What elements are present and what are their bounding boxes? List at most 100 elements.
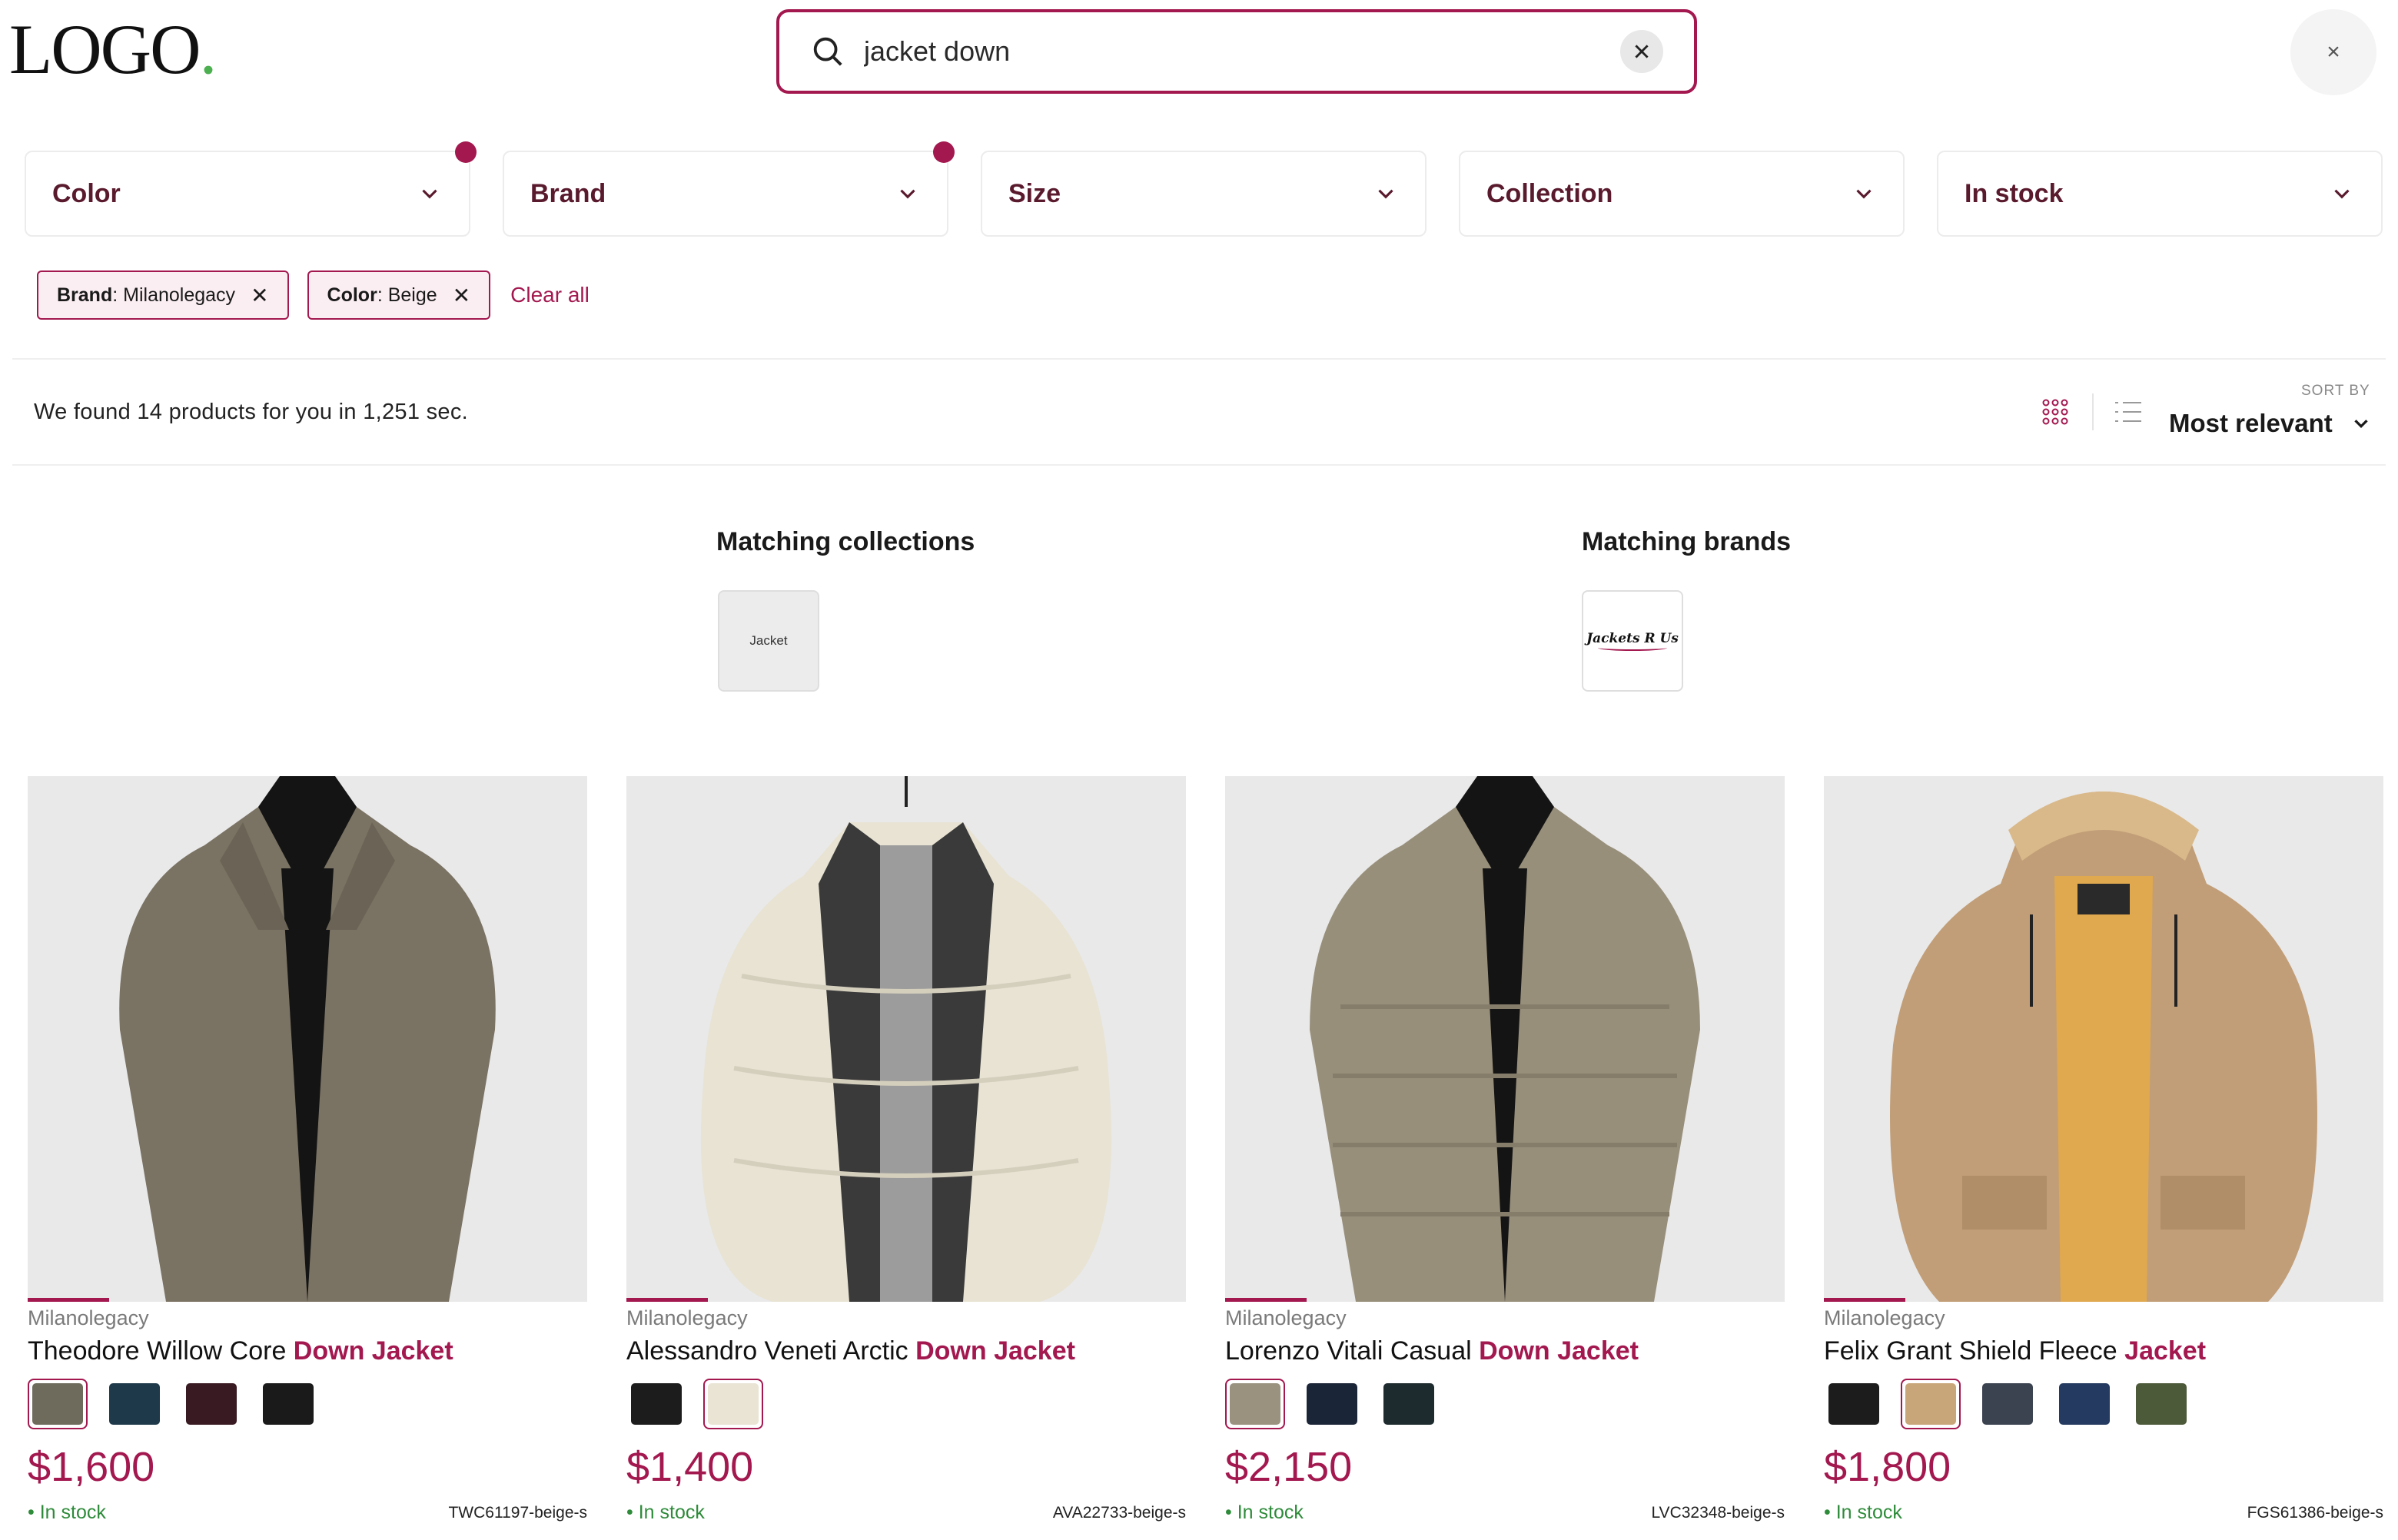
color-swatch[interactable]: [2131, 1379, 2191, 1429]
product-title[interactable]: Felix Grant Shield Fleece Jacket: [1824, 1336, 2383, 1366]
color-swatch[interactable]: [1225, 1379, 1285, 1429]
stock-text: In stock: [1835, 1502, 1902, 1523]
swatch-fill: [1383, 1383, 1434, 1425]
filter-color-dropdown[interactable]: Color: [25, 141, 477, 237]
color-swatch[interactable]: [703, 1379, 763, 1429]
clear-search-button[interactable]: [1620, 30, 1663, 73]
search-bar[interactable]: [776, 9, 1697, 94]
product-title-text: Theodore Willow Core: [28, 1336, 294, 1366]
search-icon: [813, 37, 842, 66]
color-swatch[interactable]: [626, 1379, 686, 1429]
product-title-text: Felix Grant Shield Fleece: [1824, 1336, 2125, 1366]
color-swatch[interactable]: [28, 1379, 88, 1429]
active-filter-chip-color[interactable]: Color: Beige ✕: [307, 270, 491, 320]
swatch-fill: [32, 1383, 83, 1425]
chevron-down-icon: [1378, 189, 1393, 199]
color-swatch[interactable]: [258, 1379, 318, 1429]
color-swatch[interactable]: [1379, 1379, 1439, 1429]
logo-text: LOGO: [9, 10, 201, 88]
stock-status: • In stock: [1225, 1502, 1304, 1523]
chip-text: Brand: Milanolegacy: [57, 284, 236, 306]
swatch-fill: [631, 1383, 682, 1425]
product-title-highlight: Down Jacket: [1479, 1336, 1639, 1366]
product-card[interactable]: Milanolegacy Alessandro Veneti Arctic Do…: [626, 776, 1186, 1524]
color-swatch[interactable]: [105, 1379, 164, 1429]
filter-bar: Color Brand Size Collection In stock: [25, 141, 2383, 237]
product-sku: LVC32348-beige-s: [1651, 1503, 1785, 1522]
sort-label: SORT BY: [2301, 383, 2370, 399]
chevron-down-icon: [422, 189, 437, 199]
chevron-down-icon: [1856, 189, 1872, 199]
grid-view-icon[interactable]: [2041, 398, 2069, 426]
product-image[interactable]: [28, 776, 587, 1302]
swatch-fill: [2136, 1383, 2187, 1425]
filter-size-dropdown[interactable]: Size: [981, 151, 1427, 237]
stock-text: In stock: [39, 1502, 106, 1523]
stock-text: In stock: [1237, 1502, 1304, 1523]
color-swatch[interactable]: [1302, 1379, 1362, 1429]
search-input[interactable]: [864, 35, 1620, 68]
chevron-down-icon: [2334, 189, 2350, 199]
chip-value: Milanolegacy: [123, 284, 236, 306]
active-filter-chip-brand[interactable]: Brand: Milanolegacy ✕: [37, 270, 289, 320]
remove-filter-icon[interactable]: ✕: [453, 283, 470, 308]
image-carousel-indicator: [1824, 1298, 1905, 1302]
brand-logo-swoosh: [1598, 645, 1667, 651]
filter-label: In stock: [1965, 178, 2064, 208]
close-icon: ×: [2327, 39, 2340, 65]
matching-brands-title: Matching brands: [1582, 527, 1792, 556]
color-swatch[interactable]: [181, 1379, 241, 1429]
brand-tile[interactable]: Jackets R Us: [1582, 590, 1683, 692]
collection-tile-label: Jacket: [749, 633, 788, 648]
product-title[interactable]: Lorenzo Vitali Casual Down Jacket: [1225, 1336, 1785, 1366]
chip-text: Color: Beige: [327, 284, 437, 306]
product-image[interactable]: [626, 776, 1186, 1302]
color-swatch[interactable]: [1978, 1379, 2038, 1429]
clear-all-link[interactable]: Clear all: [510, 283, 590, 307]
color-swatches: [626, 1379, 1186, 1429]
filter-collection-dropdown[interactable]: Collection: [1459, 151, 1905, 237]
product-brand: Milanolegacy: [1225, 1306, 1347, 1329]
product-sku: AVA22733-beige-s: [1052, 1503, 1186, 1522]
swatch-fill: [1307, 1383, 1357, 1425]
product-price: $1,400: [626, 1444, 754, 1490]
swatch-fill: [1905, 1383, 1956, 1425]
jacket-illustration: [119, 776, 496, 1302]
divider: [12, 358, 2386, 360]
logo[interactable]: LOGO.: [9, 14, 218, 85]
logo-dot: .: [199, 10, 218, 88]
product-price: $1,600: [28, 1444, 155, 1490]
filter-in-stock-dropdown[interactable]: In stock: [1937, 151, 2383, 237]
divider: [2092, 393, 2094, 430]
chip-value: Beige: [387, 284, 437, 306]
active-filter-dot: [455, 141, 477, 163]
product-sku: FGS61386-beige-s: [2247, 1503, 2383, 1522]
color-swatch[interactable]: [1824, 1379, 1884, 1429]
chevron-down-icon: [900, 189, 915, 199]
color-swatch[interactable]: [2054, 1379, 2114, 1429]
close-search-button[interactable]: ×: [2290, 9, 2376, 95]
list-view-icon[interactable]: [2114, 398, 2143, 426]
color-swatches: [28, 1379, 587, 1429]
filter-brand-dropdown[interactable]: Brand: [503, 141, 955, 237]
product-title[interactable]: Alessandro Veneti Arctic Down Jacket: [626, 1336, 1186, 1366]
collection-tile[interactable]: Jacket: [718, 590, 819, 692]
product-card[interactable]: Milanolegacy Theodore Willow Core Down J…: [28, 776, 587, 1524]
chip-key: Color: [327, 284, 377, 306]
active-filter-dot: [933, 141, 955, 163]
product-price: $2,150: [1225, 1444, 1353, 1490]
sort-dropdown[interactable]: Most relevant: [2169, 409, 2373, 438]
product-title-highlight: Jacket: [2124, 1336, 2207, 1366]
product-card[interactable]: Milanolegacy Lorenzo Vitali Casual Down …: [1225, 776, 1785, 1524]
color-swatch[interactable]: [1901, 1379, 1961, 1429]
remove-filter-icon[interactable]: ✕: [251, 283, 268, 308]
image-carousel-indicator: [28, 1298, 109, 1302]
close-icon: [1635, 45, 1649, 58]
product-image[interactable]: [1824, 776, 2383, 1302]
stock-status: • In stock: [28, 1502, 106, 1523]
product-image[interactable]: [1225, 776, 1785, 1302]
filter-label: Collection: [1486, 178, 1613, 208]
product-card[interactable]: Milanolegacy Felix Grant Shield Fleece J…: [1824, 776, 2383, 1524]
image-carousel-indicator: [1225, 1298, 1307, 1302]
product-title[interactable]: Theodore Willow Core Down Jacket: [28, 1336, 587, 1366]
